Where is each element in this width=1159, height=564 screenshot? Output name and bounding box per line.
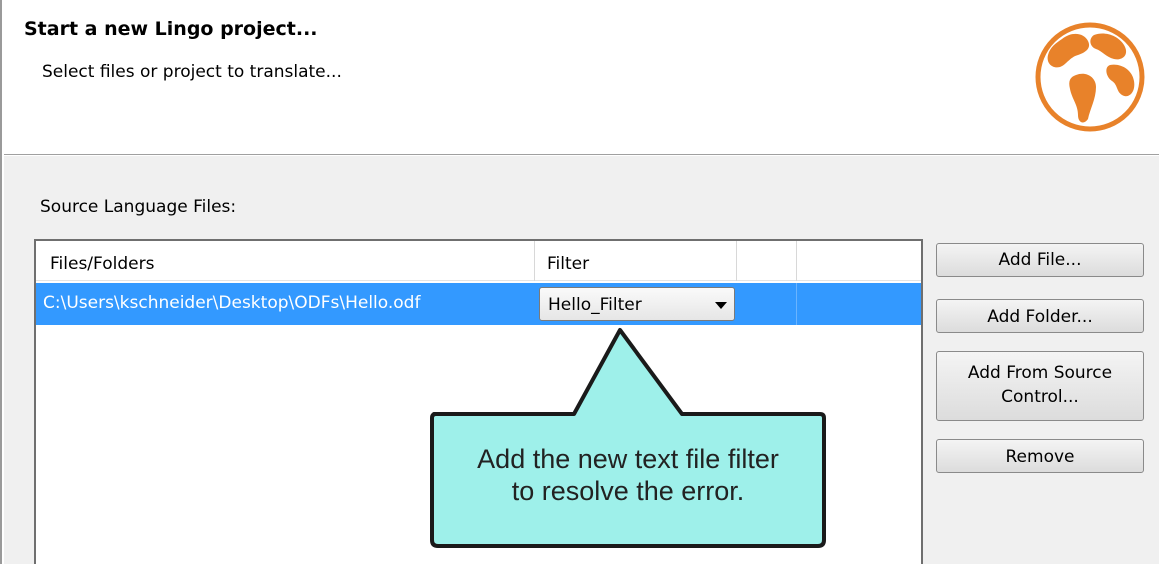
filter-select[interactable]: Hello_Filter <box>539 287 735 321</box>
remove-button[interactable]: Remove <box>936 439 1144 473</box>
chevron-down-icon <box>715 302 727 309</box>
filter-select-value: Hello_Filter <box>548 295 642 315</box>
add-file-label: Add File... <box>998 250 1082 270</box>
dialog-window: Start a new Lingo project... Select file… <box>0 0 1159 564</box>
list-header: Files/Folders Filter <box>36 241 921 281</box>
wizard-header: Start a new Lingo project... Select file… <box>4 0 1159 155</box>
source-files-list[interactable]: Files/Folders Filter C:\Users\kschneider… <box>34 239 923 564</box>
add-file-button[interactable]: Add File... <box>936 243 1144 277</box>
column-divider[interactable] <box>796 241 797 281</box>
file-path: C:\Users\kschneider\Desktop\ODFs\Hello.o… <box>43 293 421 313</box>
add-from-source-control-button[interactable]: Add From Source Control... <box>936 351 1144 421</box>
column-divider[interactable] <box>736 241 737 281</box>
row-divider <box>796 283 797 325</box>
globe-icon <box>1035 22 1145 132</box>
source-files-label: Source Language Files: <box>40 197 237 217</box>
add-folder-button[interactable]: Add Folder... <box>936 299 1144 333</box>
wizard-body: Source Language Files: Files/Folders Fil… <box>4 156 1159 564</box>
column-header-files[interactable]: Files/Folders <box>50 254 154 274</box>
column-header-filter[interactable]: Filter <box>547 254 589 274</box>
add-folder-label: Add Folder... <box>987 307 1093 327</box>
page-subtitle: Select files or project to translate... <box>42 62 342 82</box>
page-title: Start a new Lingo project... <box>24 18 318 40</box>
add-from-source-label-line1: Add From Source <box>967 363 1113 383</box>
add-from-source-label-line2: Control... <box>1001 387 1079 407</box>
column-divider[interactable] <box>534 241 535 281</box>
table-row[interactable]: C:\Users\kschneider\Desktop\ODFs\Hello.o… <box>36 283 921 325</box>
remove-label: Remove <box>1005 447 1075 467</box>
